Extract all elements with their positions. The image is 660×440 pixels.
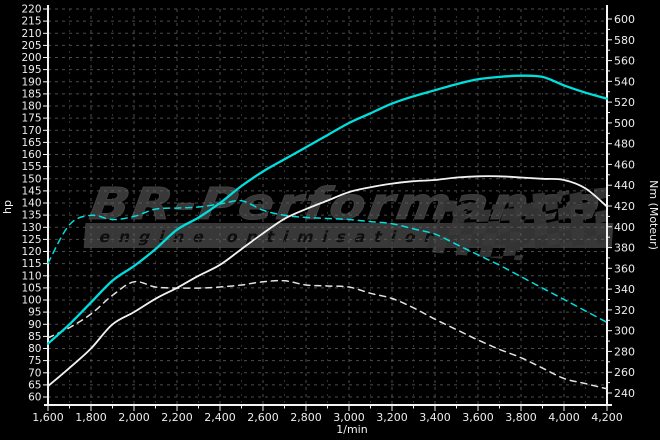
right-tick-label: 420 — [614, 200, 635, 213]
left-tick-label: 145 — [21, 185, 41, 197]
x-tick-label: 1,600 — [32, 411, 64, 424]
right-tick-label: 320 — [614, 304, 635, 317]
x-tick-label: 3,800 — [505, 411, 537, 424]
left-tick-label: 150 — [21, 173, 41, 185]
right-tick-label: 300 — [614, 325, 635, 338]
right-tick-label: 500 — [614, 117, 635, 130]
left-tick-label: 105 — [21, 282, 41, 294]
left-tick-label: 160 — [21, 149, 41, 161]
right-tick-label: 360 — [614, 262, 635, 275]
right-tick-label: 240 — [614, 387, 635, 400]
x-tick-label: 2,000 — [118, 411, 150, 424]
left-tick-label: 95 — [28, 307, 41, 319]
left-tick-label: 205 — [21, 40, 41, 52]
x-tick-label: 2,800 — [290, 411, 322, 424]
right-tick-label: 340 — [614, 283, 635, 296]
left-tick-label: 65 — [28, 379, 41, 391]
x-tick-label: 1,800 — [75, 411, 107, 424]
left-tick-label: 185 — [21, 88, 41, 100]
right-tick-label: 400 — [614, 221, 635, 234]
right-tick-label: 480 — [614, 138, 635, 151]
left-tick-label: 135 — [21, 210, 41, 222]
x-tick-label: 3,400 — [419, 411, 451, 424]
dyno-chart: BR-Performance engine optimisation 22021… — [0, 0, 660, 440]
right-tick-label: 560 — [614, 55, 635, 68]
right-tick-label: 260 — [614, 366, 635, 379]
left-tick-label: 130 — [21, 222, 41, 234]
dyno-chart-window: BR-Performance engine optimisation 22021… — [0, 0, 660, 440]
left-tick-label: 140 — [21, 198, 41, 210]
left-axis-label: hp — [1, 200, 14, 214]
left-tick-label: 180 — [21, 101, 41, 113]
left-tick-label: 60 — [28, 392, 41, 404]
x-tick-label: 3,200 — [376, 411, 408, 424]
x-tick-label: 3,600 — [462, 411, 494, 424]
x-tick-label: 2,400 — [204, 411, 236, 424]
left-tick-label: 215 — [21, 16, 41, 28]
right-tick-label: 460 — [614, 158, 635, 171]
x-axis-label: 1/min — [336, 423, 367, 436]
right-tick-label: 600 — [614, 13, 635, 26]
left-tick-label: 175 — [21, 113, 41, 125]
left-tick-label: 195 — [21, 64, 41, 76]
left-tick-label: 85 — [28, 331, 41, 343]
left-tick-label: 210 — [21, 28, 41, 40]
left-tick-label: 100 — [21, 295, 41, 307]
left-tick-label: 155 — [21, 161, 41, 173]
left-tick-label: 220 — [21, 4, 41, 16]
left-tick-label: 120 — [21, 246, 41, 258]
left-tick-label: 170 — [21, 125, 41, 137]
right-tick-label: 380 — [614, 242, 635, 255]
right-tick-label: 580 — [614, 34, 635, 47]
x-tick-label: 2,200 — [161, 411, 193, 424]
left-tick-label: 90 — [28, 319, 41, 331]
left-tick-label: 165 — [21, 137, 41, 149]
left-tick-label: 70 — [28, 367, 41, 379]
right-tick-label: 540 — [614, 75, 635, 88]
x-tick-label: 2,600 — [247, 411, 279, 424]
left-tick-label: 75 — [28, 355, 41, 367]
left-tick-label: 190 — [21, 76, 41, 88]
left-tick-label: 200 — [21, 52, 41, 64]
right-tick-label: 520 — [614, 96, 635, 109]
x-tick-label: 4,200 — [591, 411, 623, 424]
right-tick-label: 440 — [614, 179, 635, 192]
left-tick-label: 80 — [28, 343, 41, 355]
right-axis-label: Nm (Moteur) — [647, 180, 660, 250]
x-tick-label: 4,000 — [548, 411, 580, 424]
left-tick-label: 115 — [21, 258, 41, 270]
left-tick-label: 110 — [21, 270, 41, 282]
right-tick-label: 280 — [614, 345, 635, 358]
left-tick-label: 125 — [21, 234, 41, 246]
